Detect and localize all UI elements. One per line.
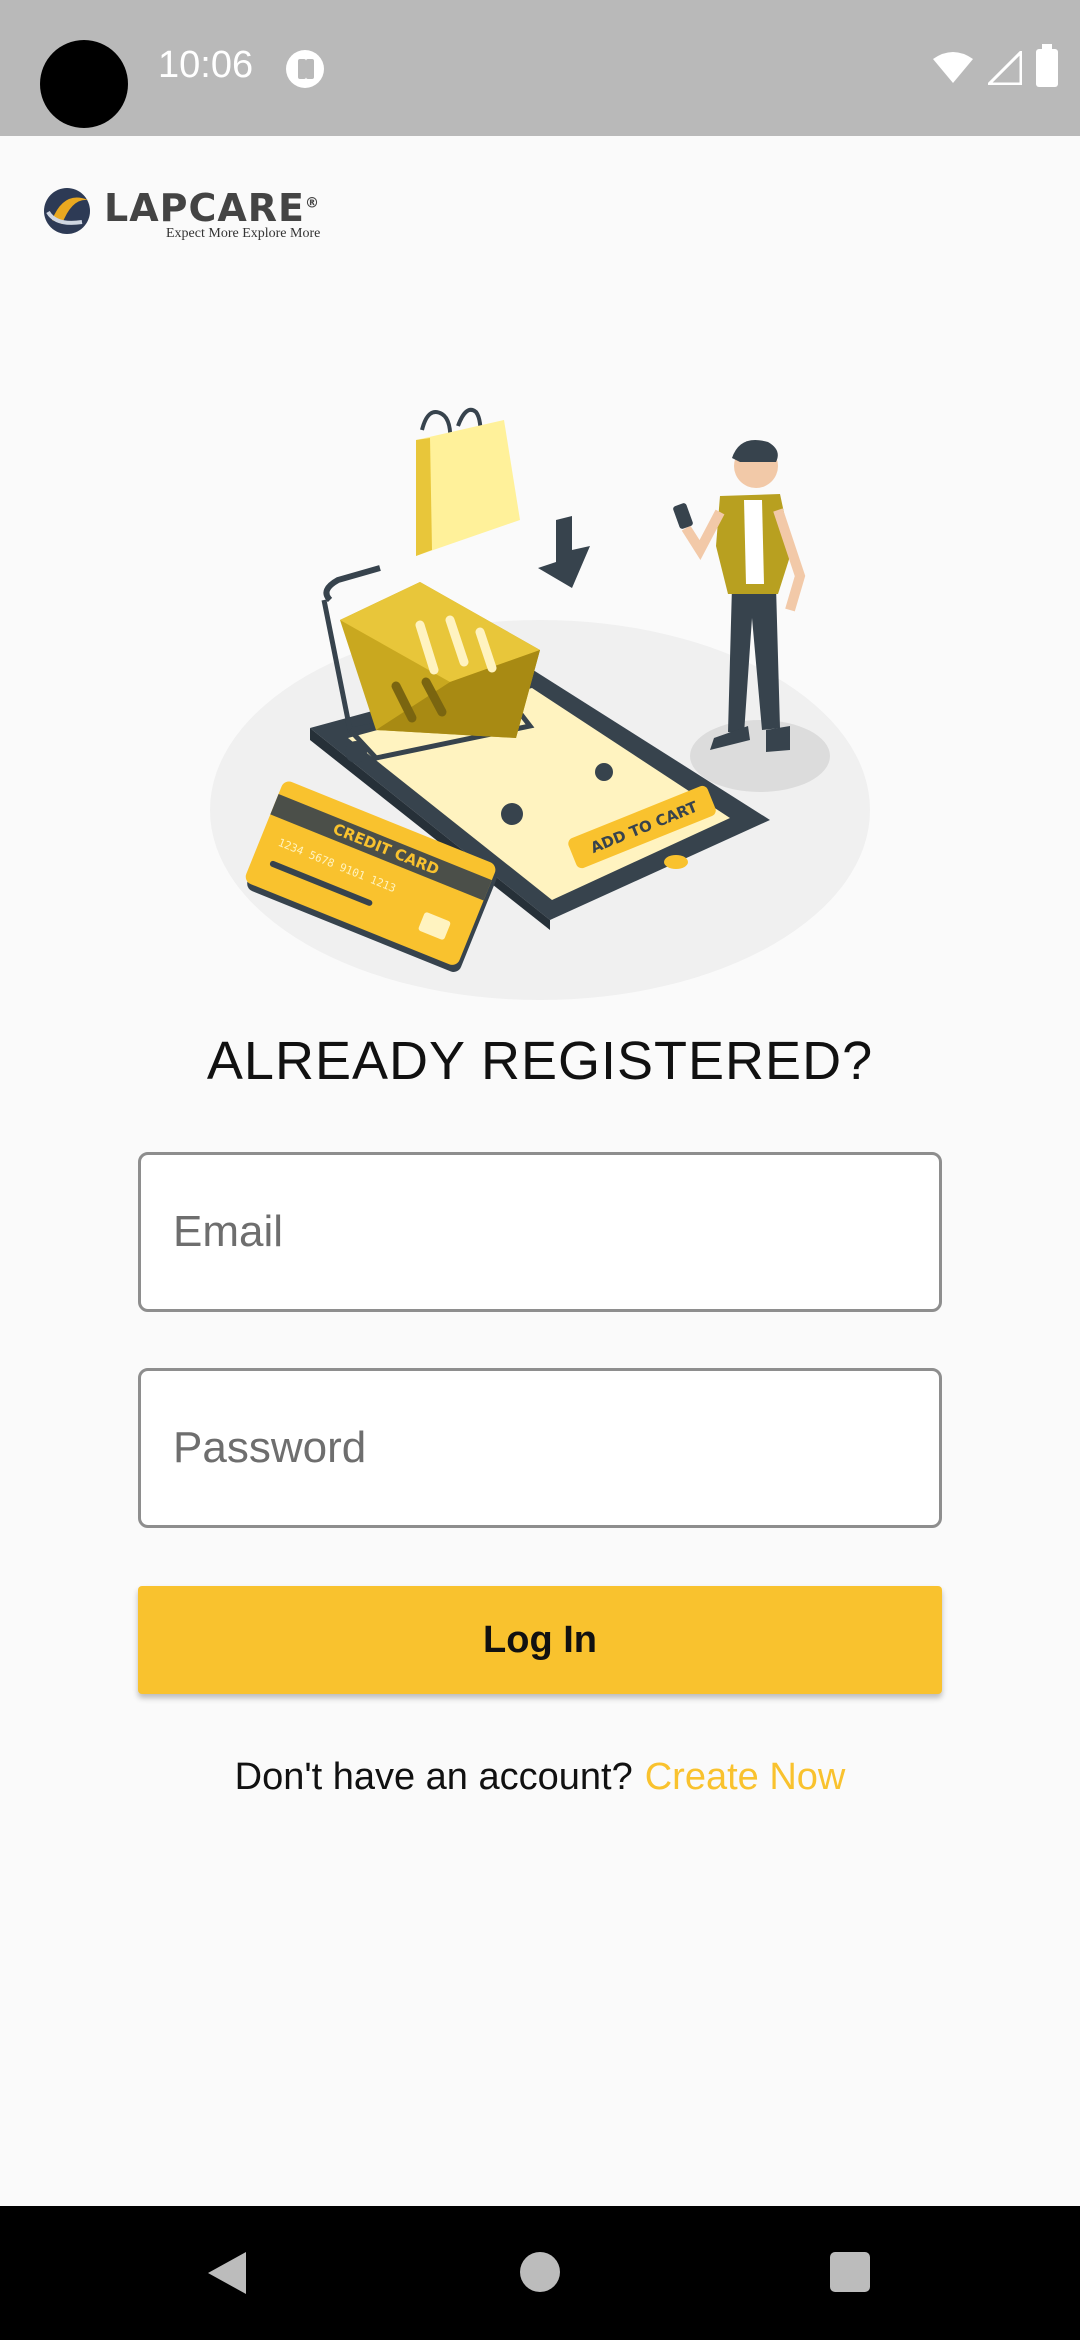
system-nav-bar <box>0 2206 1080 2340</box>
battery-icon <box>1036 44 1058 87</box>
brand-logo: LAPCARE® Expect More Explore More <box>42 182 342 244</box>
down-arrow-illustration <box>538 516 590 588</box>
password-field[interactable] <box>141 1371 939 1525</box>
status-icons <box>932 44 1058 88</box>
status-bar: 10:06 <box>0 0 1080 136</box>
camera-cutout <box>40 40 128 128</box>
shopping-bag-illustration <box>416 407 520 556</box>
password-field-container <box>138 1368 942 1528</box>
shopping-illustration: ADD TO CART CREDIT CARD 1234 5678 9101 1… <box>210 407 870 1000</box>
recents-icon[interactable] <box>830 2252 870 2292</box>
wifi-icon <box>933 52 973 83</box>
email-field[interactable] <box>141 1155 939 1309</box>
brand-logo-mark-icon <box>44 188 90 234</box>
signup-row: Don't have an account? Create Now <box>0 1756 1080 1799</box>
notification-app-icon <box>286 50 324 88</box>
create-account-link[interactable]: Create Now <box>645 1756 846 1798</box>
home-icon[interactable] <box>520 2252 560 2292</box>
page-title: ALREADY REGISTERED? <box>206 1031 874 1091</box>
signup-prompt: Don't have an account? <box>234 1756 633 1798</box>
back-icon[interactable] <box>204 2250 248 2296</box>
brand-name: LAPCARE® <box>104 186 320 230</box>
status-time: 10:06 <box>158 44 254 86</box>
cellular-signal-icon <box>988 51 1022 85</box>
login-button[interactable]: Log In <box>138 1586 942 1694</box>
brand-tagline: Expect More Explore More <box>166 226 321 241</box>
email-field-container <box>138 1152 942 1312</box>
